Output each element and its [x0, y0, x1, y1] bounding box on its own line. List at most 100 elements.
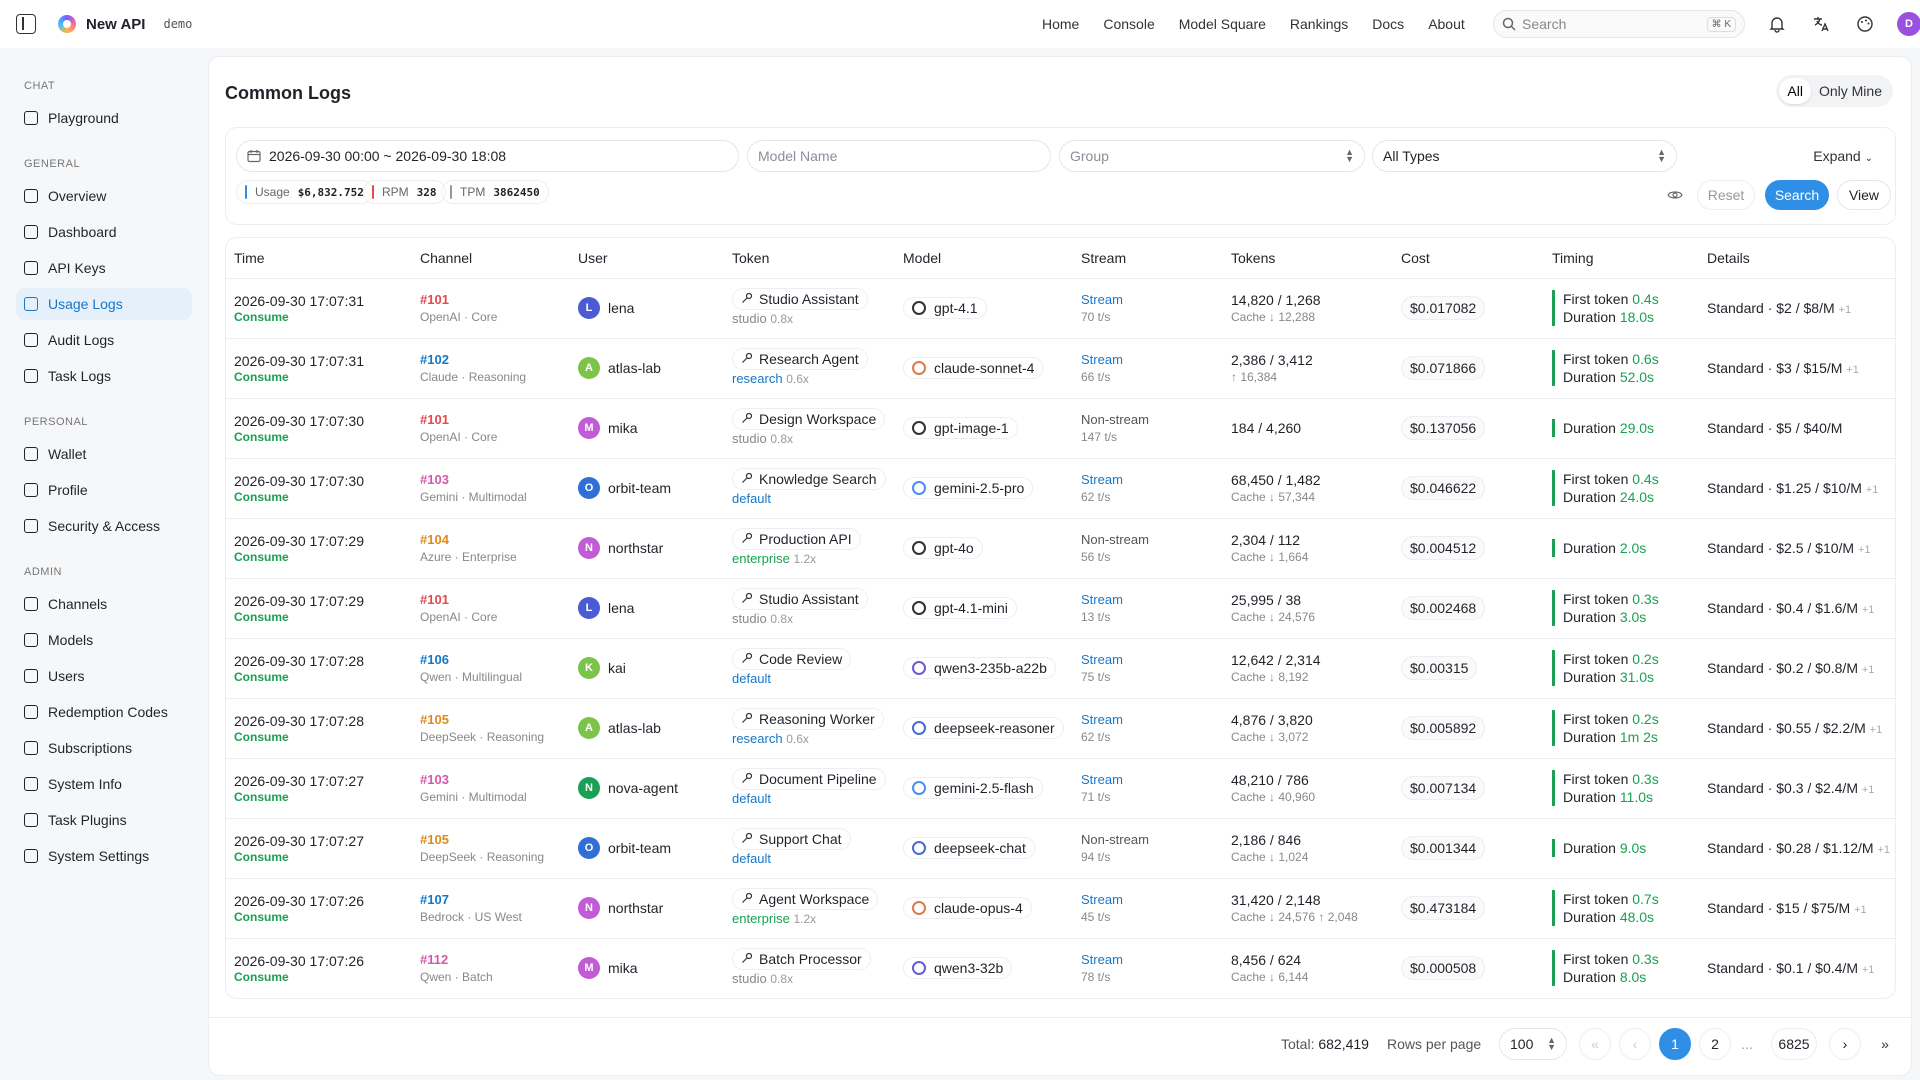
- last-page-number-button[interactable]: 6825: [1771, 1028, 1817, 1060]
- model-pill[interactable]: claude-sonnet-4: [903, 357, 1044, 379]
- model-pill[interactable]: gpt-4.1: [903, 297, 987, 319]
- nav-model-square[interactable]: Model Square: [1179, 16, 1266, 32]
- expand-button[interactable]: Expand ⌄: [1813, 140, 1873, 172]
- scope-only-mine[interactable]: Only Mine: [1811, 78, 1890, 104]
- user-cell[interactable]: Aatlas-lab: [578, 357, 724, 379]
- nav-docs[interactable]: Docs: [1372, 16, 1404, 32]
- search-button[interactable]: Search: [1765, 180, 1829, 210]
- token-pill[interactable]: Production API: [732, 528, 861, 550]
- key-icon: [741, 531, 753, 547]
- model-pill[interactable]: qwen3-32b: [903, 957, 1013, 979]
- model-name-input[interactable]: Model Name: [747, 140, 1051, 172]
- user-avatar[interactable]: D: [1897, 12, 1920, 36]
- token-pill[interactable]: Batch Processor: [732, 948, 871, 970]
- user-cell[interactable]: Aatlas-lab: [578, 717, 724, 739]
- model-pill[interactable]: gpt-4.1-mini: [903, 597, 1017, 619]
- table-row[interactable]: 2026-09-30 17:07:29 Consume #104 Azure · En…: [226, 518, 1895, 579]
- model-pill[interactable]: gemini-2.5-flash: [903, 777, 1043, 799]
- scope-all[interactable]: All: [1779, 78, 1811, 104]
- bell-icon[interactable]: [1765, 12, 1789, 36]
- model-pill[interactable]: deepseek-reasoner: [903, 717, 1064, 739]
- sidebar-item-subscriptions[interactable]: Subscriptions: [16, 732, 192, 764]
- view-button[interactable]: View: [1837, 180, 1891, 210]
- translate-icon[interactable]: [1809, 12, 1833, 36]
- table-row[interactable]: 2026-09-30 17:07:28 Consume #105 DeepSeek ·…: [226, 698, 1895, 759]
- sidebar-item-models[interactable]: Models: [16, 624, 192, 656]
- sidebar-item-dashboard[interactable]: Dashboard: [16, 216, 192, 248]
- page-2-button[interactable]: 2: [1699, 1028, 1731, 1060]
- user-cell[interactable]: Llena: [578, 597, 724, 619]
- token-pill[interactable]: Code Review: [732, 648, 852, 670]
- sidebar-item-redemption-codes[interactable]: Redemption Codes: [16, 696, 192, 728]
- sidebar-item-profile[interactable]: Profile: [16, 474, 192, 506]
- token-pill[interactable]: Agent Workspace: [732, 888, 879, 910]
- token-pill[interactable]: Research Agent: [732, 348, 868, 370]
- search-input[interactable]: Search ⌘ K: [1493, 10, 1745, 38]
- user-cell[interactable]: Llena: [578, 297, 724, 319]
- sidebar-item-system-info[interactable]: System Info: [16, 768, 192, 800]
- table-row[interactable]: 2026-09-30 17:07:26 Consume #107 Bedrock · …: [226, 878, 1895, 939]
- sidebar-item-wallet[interactable]: Wallet: [16, 438, 192, 470]
- type-select[interactable]: All Types ▲ ▼: [1372, 140, 1677, 172]
- sidebar-item-users[interactable]: Users: [16, 660, 192, 692]
- rows-per-page-select[interactable]: 100 ▲ ▼: [1499, 1028, 1567, 1060]
- sidebar-item-overview[interactable]: Overview: [16, 180, 192, 212]
- table-row[interactable]: 2026-09-30 17:07:27 Consume #103 Gemini · M…: [226, 758, 1895, 819]
- token-pill[interactable]: Knowledge Search: [732, 468, 886, 490]
- token-pill[interactable]: Document Pipeline: [732, 768, 886, 790]
- nav-home[interactable]: Home: [1042, 16, 1079, 32]
- user-cell[interactable]: Nnova-agent: [578, 777, 724, 799]
- user-cell[interactable]: Oorbit-team: [578, 477, 724, 499]
- user-cell[interactable]: Oorbit-team: [578, 837, 724, 859]
- nav-rankings[interactable]: Rankings: [1290, 16, 1348, 32]
- table-row[interactable]: 2026-09-30 17:07:26 Consume #112 Qwen · Bat…: [226, 938, 1895, 998]
- table-row[interactable]: 2026-09-30 17:07:29 Consume #101 OpenAI · C…: [226, 578, 1895, 639]
- token-pill[interactable]: Support Chat: [732, 828, 851, 850]
- table-row[interactable]: 2026-09-30 17:07:30 Consume #103 Gemini · M…: [226, 458, 1895, 519]
- user-cell[interactable]: Mmika: [578, 957, 724, 979]
- eye-icon[interactable]: [1667, 187, 1683, 203]
- reset-button[interactable]: Reset: [1697, 180, 1755, 210]
- sidebar-item-audit-logs[interactable]: Audit Logs: [16, 324, 192, 356]
- user-cell[interactable]: Kkai: [578, 657, 724, 679]
- sidebar-item-security-access[interactable]: Security & Access: [16, 510, 192, 542]
- model-pill[interactable]: qwen3-235b-a22b: [903, 657, 1056, 679]
- nav-console[interactable]: Console: [1103, 16, 1154, 32]
- model-pill[interactable]: gemini-2.5-pro: [903, 477, 1034, 499]
- model-pill[interactable]: gpt-4o: [903, 537, 983, 559]
- token-pill[interactable]: Studio Assistant: [732, 288, 868, 310]
- table-row[interactable]: 2026-09-30 17:07:31 Consume #102 Claude · R…: [226, 338, 1895, 399]
- token-pill[interactable]: Reasoning Worker: [732, 708, 884, 730]
- first-page-button[interactable]: «: [1579, 1028, 1611, 1060]
- page-1-button[interactable]: 1: [1659, 1028, 1691, 1060]
- group-select[interactable]: Group ▲ ▼: [1059, 140, 1365, 172]
- sidebar-item-channels[interactable]: Channels: [16, 588, 192, 620]
- sidebar-item-task-logs[interactable]: Task Logs: [16, 360, 192, 392]
- user-cell[interactable]: Nnorthstar: [578, 897, 724, 919]
- next-page-button[interactable]: ›: [1829, 1028, 1861, 1060]
- table-row[interactable]: 2026-09-30 17:07:27 Consume #105 DeepSeek ·…: [226, 818, 1895, 879]
- sidebar-item-system-settings[interactable]: System Settings: [16, 840, 192, 872]
- sidebar-item-playground[interactable]: Playground: [16, 102, 192, 134]
- user-cell[interactable]: Mmika: [578, 417, 724, 439]
- token-pill[interactable]: Studio Assistant: [732, 588, 868, 610]
- sidebar-toggle-icon[interactable]: [16, 14, 36, 34]
- user-cell[interactable]: Nnorthstar: [578, 537, 724, 559]
- sidebar-item-api-keys[interactable]: API Keys: [16, 252, 192, 284]
- table-row[interactable]: 2026-09-30 17:07:31 Consume #101 OpenAI · C…: [226, 278, 1895, 339]
- sidebar-item-task-plugins[interactable]: Task Plugins: [16, 804, 192, 836]
- app-title[interactable]: New API: [86, 16, 145, 33]
- token-pill[interactable]: Design Workspace: [732, 408, 886, 430]
- sidebar-item-usage-logs[interactable]: Usage Logs: [16, 288, 192, 320]
- date-range-picker[interactable]: 2026-09-30 00:00 ~ 2026-09-30 18:08: [236, 140, 739, 172]
- last-page-button[interactable]: »: [1869, 1028, 1901, 1060]
- nav-about[interactable]: About: [1428, 16, 1465, 32]
- table-row[interactable]: 2026-09-30 17:07:28 Consume #106 Qwen · Mul…: [226, 638, 1895, 699]
- model-pill[interactable]: deepseek-chat: [903, 837, 1035, 859]
- model-pill[interactable]: gpt-image-1: [903, 417, 1018, 439]
- palette-icon[interactable]: [1853, 12, 1877, 36]
- prev-page-button[interactable]: ‹: [1619, 1028, 1651, 1060]
- model-pill[interactable]: claude-opus-4: [903, 897, 1032, 919]
- table-row[interactable]: 2026-09-30 17:07:30 Consume #101 OpenAI · C…: [226, 398, 1895, 459]
- log-type: Consume: [234, 550, 289, 564]
